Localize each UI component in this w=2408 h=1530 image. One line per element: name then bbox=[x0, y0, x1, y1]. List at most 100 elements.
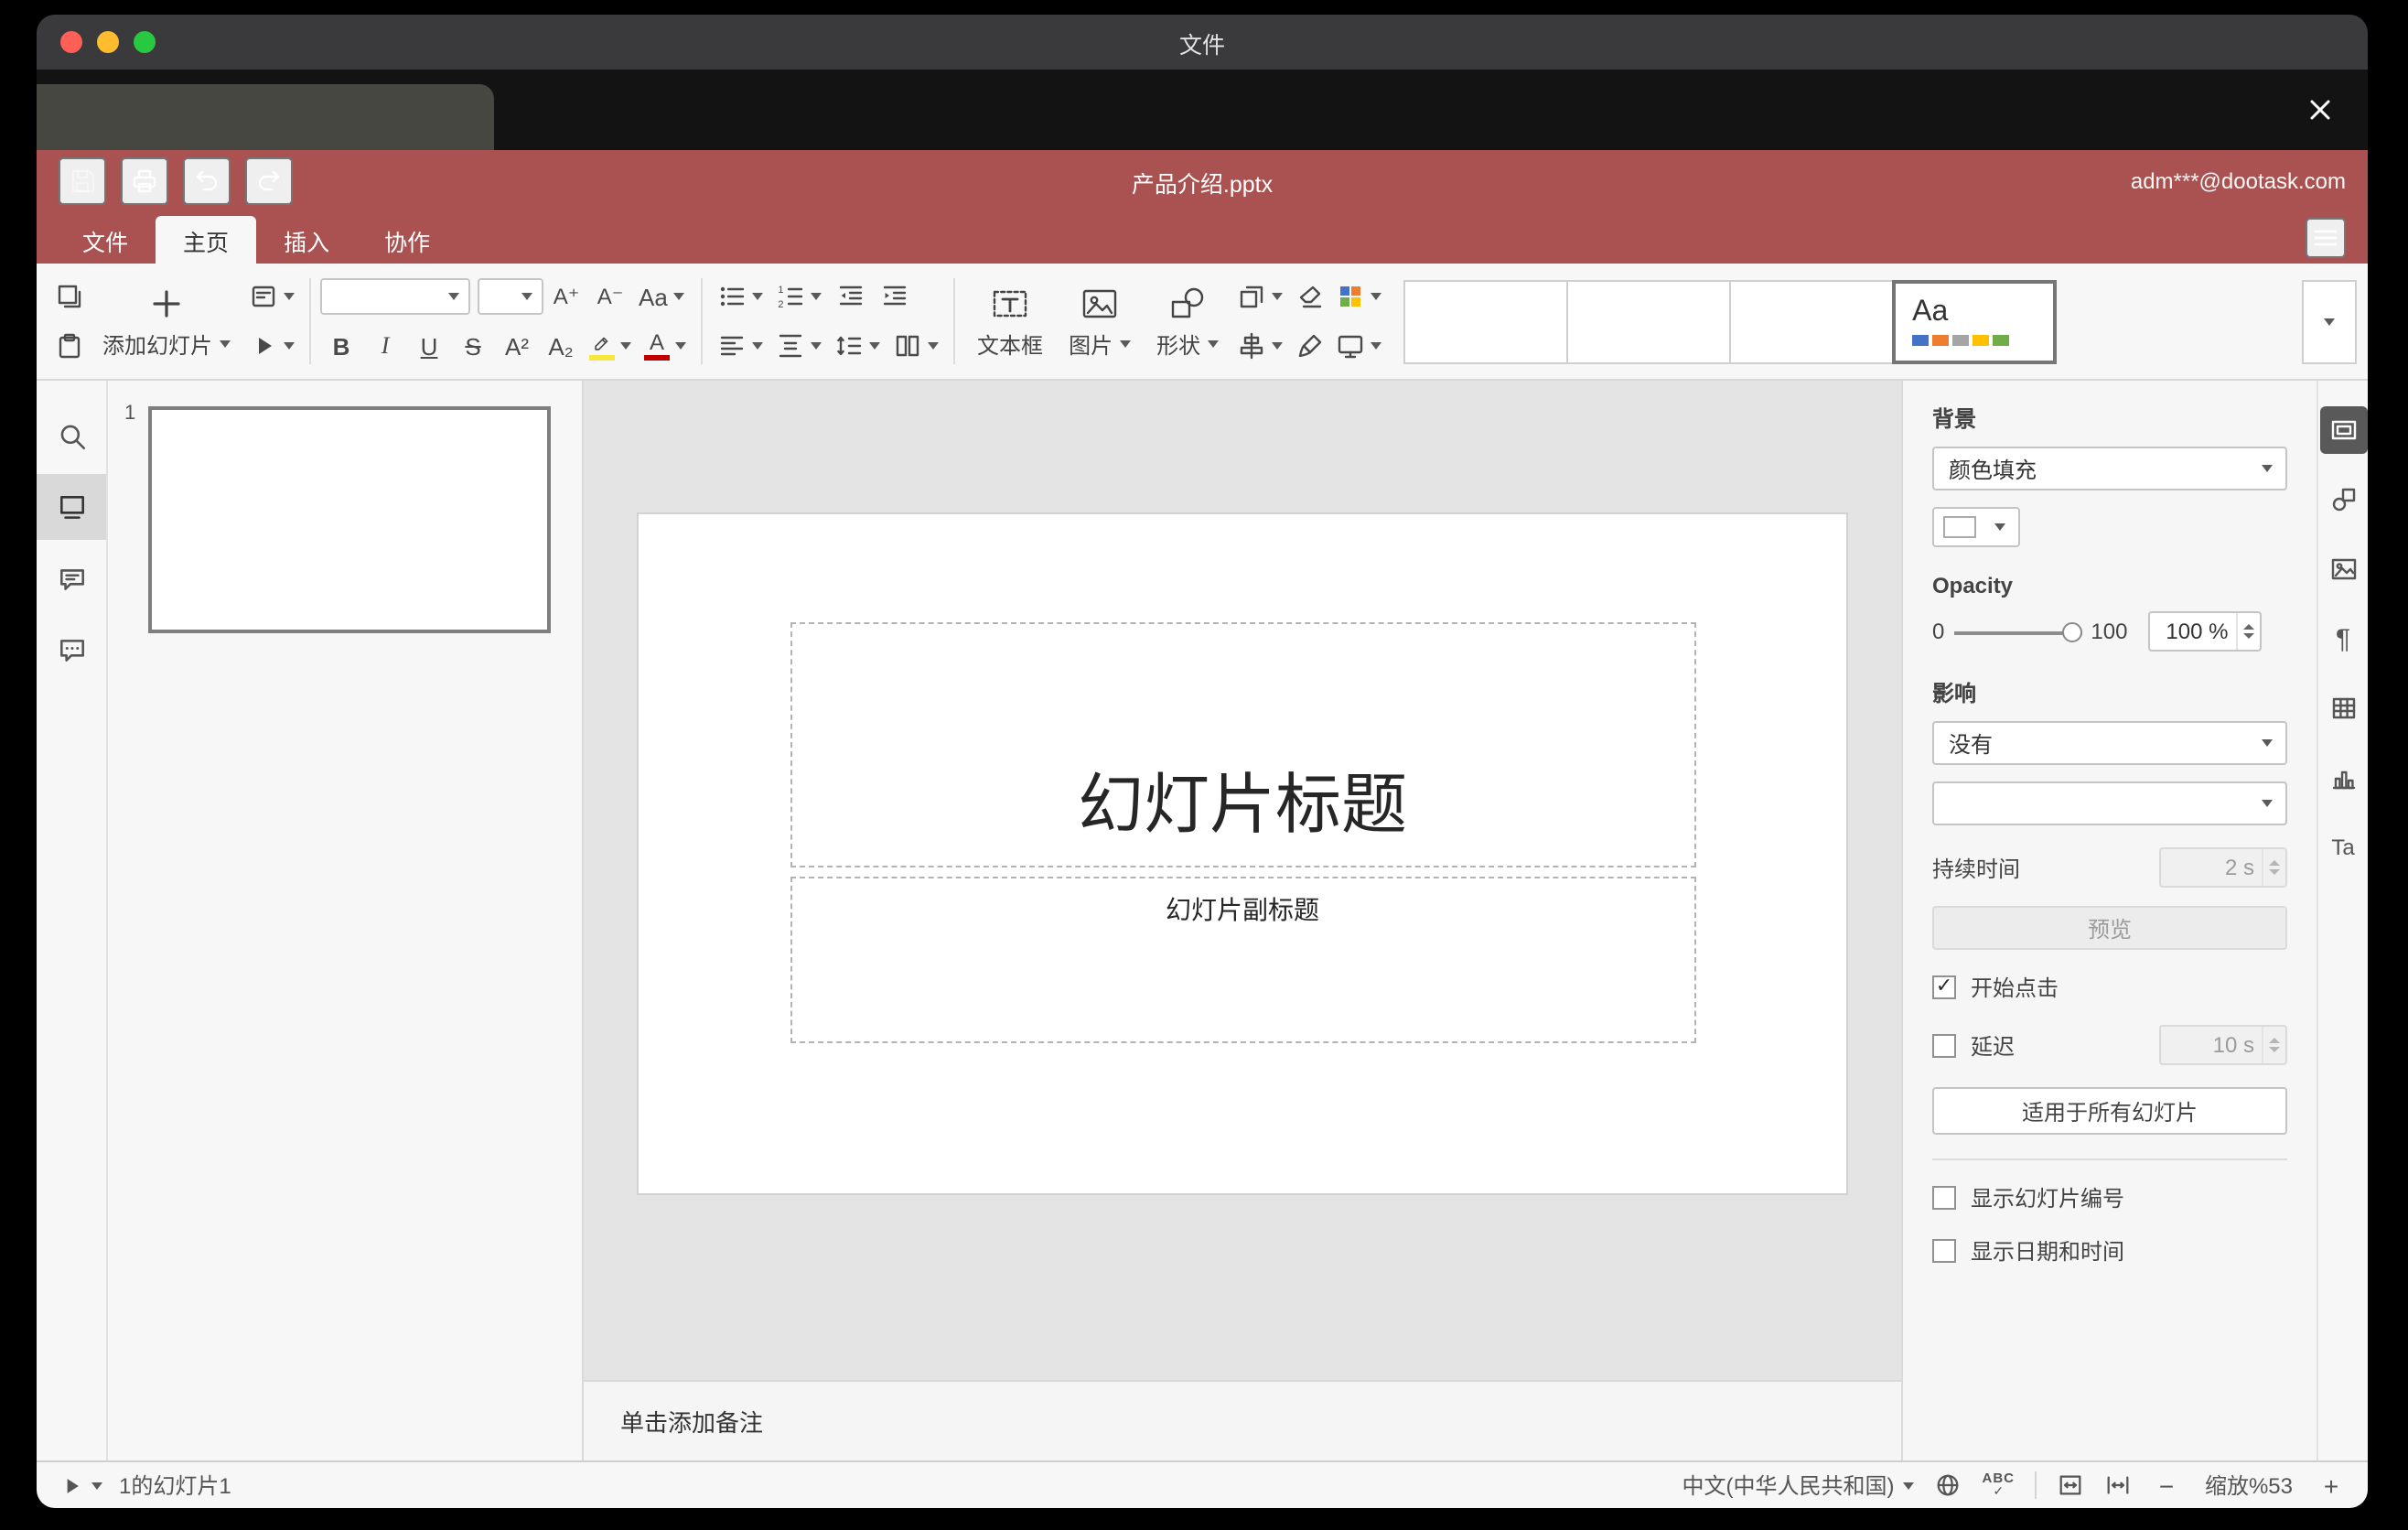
spinner-up-arrow[interactable] bbox=[2242, 623, 2254, 630]
insert-image-button[interactable]: 图片 bbox=[1056, 271, 1144, 372]
font-color-button[interactable]: A bbox=[639, 324, 692, 368]
slider-thumb[interactable] bbox=[2061, 621, 2082, 641]
fit-slide-button[interactable] bbox=[2057, 1471, 2084, 1499]
opacity-spinner[interactable]: 100 % bbox=[2147, 611, 2262, 652]
preview-button[interactable]: 预览 bbox=[1932, 906, 2287, 950]
delay-spinner[interactable]: 10 s bbox=[2159, 1025, 2287, 1065]
copy-button[interactable] bbox=[48, 275, 90, 318]
image-settings-tab[interactable] bbox=[2319, 545, 2367, 593]
opacity-label: Opacity bbox=[1932, 573, 2014, 598]
start-slideshow-button[interactable] bbox=[243, 324, 300, 368]
increase-indent-button[interactable] bbox=[873, 275, 915, 318]
slide-subtitle-placeholder[interactable]: 幻灯片副标题 bbox=[790, 877, 1695, 1044]
save-button[interactable] bbox=[59, 157, 106, 205]
decrease-font-button[interactable]: A⁻ bbox=[589, 275, 631, 318]
minimize-window-button[interactable] bbox=[97, 31, 119, 53]
copy-style-button[interactable] bbox=[1288, 324, 1330, 368]
background-fill-select[interactable]: 颜色填充 bbox=[1932, 447, 2287, 490]
color-scheme-button[interactable] bbox=[1330, 275, 1387, 318]
strikeout-button[interactable]: S bbox=[452, 324, 494, 368]
background-color-select[interactable] bbox=[1932, 507, 2020, 547]
fit-width-button[interactable] bbox=[2104, 1471, 2132, 1499]
print-button[interactable] bbox=[121, 157, 168, 205]
slide-size-button[interactable] bbox=[1330, 324, 1387, 368]
bold-button[interactable]: B bbox=[320, 324, 362, 368]
chat-panel-button[interactable] bbox=[37, 617, 106, 683]
add-slide-button[interactable]: 添加幻灯片 bbox=[90, 271, 243, 372]
tab-home[interactable]: 主页 bbox=[156, 216, 257, 264]
opacity-slider[interactable] bbox=[1953, 620, 2082, 643]
shape-settings-tab[interactable] bbox=[2319, 476, 2367, 523]
theme-option-3[interactable] bbox=[1729, 279, 1895, 363]
start-slideshow-status-button[interactable] bbox=[59, 1472, 102, 1498]
tab-insert[interactable]: 插入 bbox=[256, 216, 357, 264]
font-size-combo[interactable] bbox=[478, 278, 544, 315]
effect-select[interactable]: 没有 bbox=[1932, 721, 2287, 765]
paste-button[interactable] bbox=[48, 324, 90, 368]
comments-panel-button[interactable] bbox=[37, 545, 106, 611]
spinner-up-arrow[interactable] bbox=[2269, 1037, 2280, 1043]
slide-title-placeholder[interactable]: 幻灯片标题 bbox=[790, 622, 1695, 867]
close-window-button[interactable] bbox=[60, 31, 82, 53]
slide[interactable]: 幻灯片标题 幻灯片副标题 bbox=[639, 514, 1846, 1193]
underline-button[interactable]: U bbox=[408, 324, 450, 368]
font-name-combo[interactable] bbox=[320, 278, 471, 315]
horizontal-align-button[interactable] bbox=[712, 324, 769, 368]
show-date-time-checkbox[interactable] bbox=[1932, 1239, 1956, 1263]
spinner-down-arrow[interactable] bbox=[2269, 869, 2280, 876]
tab-file[interactable]: 文件 bbox=[55, 216, 156, 264]
zoom-in-button[interactable]: + bbox=[2317, 1471, 2346, 1500]
effect-type-select[interactable] bbox=[1932, 781, 2287, 825]
delay-checkbox[interactable] bbox=[1932, 1033, 1956, 1057]
change-case-button[interactable]: Aa bbox=[633, 275, 690, 318]
undo-button[interactable] bbox=[183, 157, 231, 205]
menu-button[interactable] bbox=[2306, 218, 2346, 258]
superscript-button[interactable]: A² bbox=[496, 324, 538, 368]
slide-thumbnail[interactable] bbox=[148, 406, 551, 633]
arrange-shape-button[interactable] bbox=[1231, 275, 1288, 318]
start-on-click-checkbox[interactable]: ✓ bbox=[1932, 975, 1956, 999]
zoom-out-button[interactable]: − bbox=[2152, 1471, 2181, 1500]
close-button[interactable] bbox=[2298, 88, 2342, 132]
show-slide-number-checkbox[interactable] bbox=[1932, 1186, 1956, 1210]
align-shape-button[interactable] bbox=[1231, 324, 1288, 368]
chart-settings-tab[interactable] bbox=[2319, 754, 2367, 802]
spellcheck-button[interactable]: ABC ✓ bbox=[1983, 1470, 2016, 1500]
increase-font-button[interactable]: A⁺ bbox=[545, 275, 587, 318]
redo-button[interactable] bbox=[245, 157, 293, 205]
slide-settings-tab[interactable] bbox=[2319, 406, 2367, 454]
theme-gallery-expand-button[interactable] bbox=[2302, 279, 2357, 363]
table-settings-tab[interactable] bbox=[2319, 684, 2367, 732]
bullets-button[interactable] bbox=[712, 275, 769, 318]
italic-button[interactable]: I bbox=[364, 324, 406, 368]
duration-spinner[interactable]: 2 s bbox=[2159, 847, 2287, 888]
tab-collaboration[interactable]: 协作 bbox=[357, 216, 457, 264]
line-spacing-button[interactable] bbox=[829, 324, 886, 368]
spinner-down-arrow[interactable] bbox=[2269, 1047, 2280, 1053]
theme-option-1[interactable] bbox=[1403, 279, 1569, 363]
paragraph-settings-tab[interactable]: ¶ bbox=[2319, 615, 2367, 663]
apply-to-all-slides-button[interactable]: 适用于所有幻灯片 bbox=[1932, 1087, 2287, 1135]
search-panel-button[interactable] bbox=[37, 403, 106, 469]
document-language-button[interactable] bbox=[1935, 1471, 1962, 1499]
spinner-down-arrow[interactable] bbox=[2242, 633, 2254, 640]
language-select[interactable]: 中文(中华人民共和国) bbox=[1682, 1470, 1915, 1501]
insert-textbox-button[interactable]: 文本框 bbox=[964, 271, 1056, 372]
textart-settings-tab[interactable]: Ta bbox=[2319, 824, 2367, 871]
columns-button[interactable] bbox=[887, 324, 944, 368]
change-layout-button[interactable] bbox=[243, 275, 300, 318]
vertical-align-button[interactable] bbox=[770, 324, 827, 368]
numbering-button[interactable] bbox=[770, 275, 827, 318]
theme-option-selected[interactable]: Aa bbox=[1892, 279, 2058, 363]
decrease-indent-button[interactable] bbox=[829, 275, 871, 318]
highlight-color-button[interactable] bbox=[584, 324, 637, 368]
zoom-window-button[interactable] bbox=[134, 31, 156, 53]
slides-panel-button[interactable] bbox=[37, 474, 106, 540]
spinner-up-arrow[interactable] bbox=[2269, 859, 2280, 866]
clear-style-button[interactable] bbox=[1288, 275, 1330, 318]
insert-shape-button[interactable]: 形状 bbox=[1144, 271, 1231, 372]
theme-option-2[interactable] bbox=[1566, 279, 1732, 363]
chevron-down-icon bbox=[91, 1482, 102, 1489]
notes-area[interactable]: 单击添加备注 bbox=[584, 1380, 1901, 1460]
subscript-button[interactable]: A₂ bbox=[540, 324, 582, 368]
